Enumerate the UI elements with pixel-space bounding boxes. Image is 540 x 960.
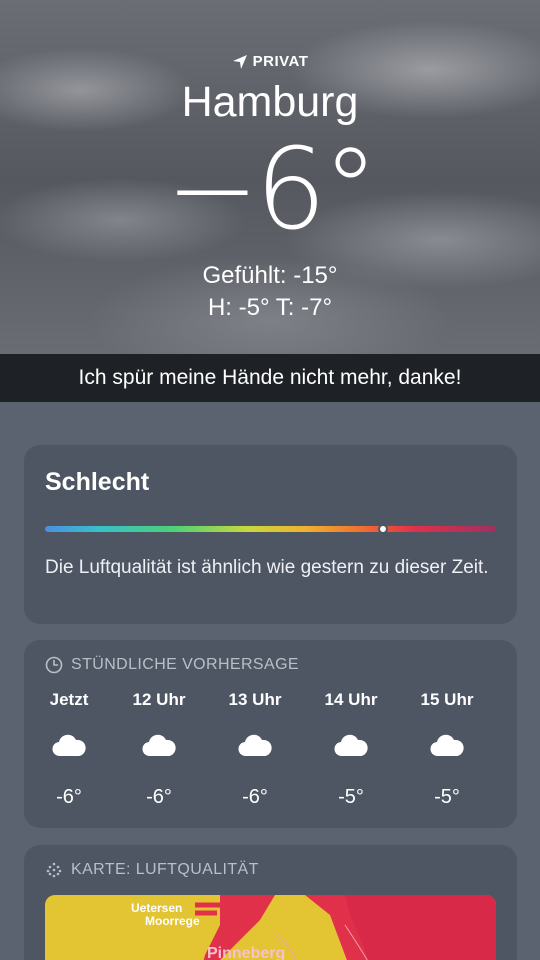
- hour-temperature: -5°: [338, 786, 364, 808]
- hour-time: Jetzt: [49, 690, 89, 709]
- air-quality-grid-icon: [46, 862, 62, 878]
- air-quality-scale: [45, 526, 496, 532]
- hourly-forecast-item: 12 Uhr -6°: [114, 690, 204, 809]
- cloud-icon: [334, 734, 368, 757]
- current-temperature: −6°: [165, 125, 378, 255]
- hour-time: 15 Uhr: [420, 690, 474, 709]
- air-quality-map[interactable]: Uetersen Moorrege Pinneberg: [45, 895, 496, 960]
- hourly-forecast-title: STÜNDLICHE VORHERSAGE: [71, 656, 299, 673]
- hourly-forecast-item: 1: [494, 690, 517, 714]
- hourly-forecast-item: 13 Uhr -6°: [210, 690, 300, 809]
- cloud-icon: [430, 734, 464, 757]
- hour-time: 12 Uhr: [132, 690, 186, 709]
- feels-like: Gefühlt: -15°: [202, 262, 338, 289]
- air-quality-description: Die Luftqualität ist ähnlich wie gestern…: [45, 557, 489, 578]
- location-arrow-icon: [232, 54, 247, 69]
- hour-temperature: -5°: [434, 786, 460, 808]
- map-place-moorrege: Moorrege: [145, 914, 200, 928]
- map-title: KARTE: LUFTQUALITÄT: [71, 861, 259, 878]
- hourly-forecast-item: Jetzt -6°: [24, 690, 114, 809]
- map-place-pinneberg: Pinneberg: [207, 945, 286, 960]
- hourly-forecast-header: STÜNDLICHE VORHERSAGE: [45, 656, 299, 674]
- hourly-forecast-list[interactable]: Jetzt -6° 12 Uhr -6° 13 Uhr -6° 14 Uhr -5° 15 Uh…: [24, 690, 517, 820]
- air-quality-card[interactable]: Schlecht Die Luftqualität ist ähnlich wi…: [24, 445, 517, 624]
- map-header: KARTE: LUFTQUALITÄT: [45, 861, 259, 879]
- hour-time: 13 Uhr: [228, 690, 282, 709]
- caption-text: Ich spür meine Hände nicht mehr, danke!: [78, 366, 462, 389]
- hour-temperature: -6°: [56, 786, 82, 808]
- location-tag-label: PRIVAT: [252, 53, 309, 70]
- hourly-forecast-item: 15 Uhr -5°: [402, 690, 492, 809]
- location-tag: PRIVAT: [0, 53, 540, 70]
- cloud-icon: [238, 734, 272, 757]
- cloud-icon: [52, 734, 86, 757]
- city-name: Hamburg: [181, 78, 359, 126]
- cloud-icon: [142, 734, 176, 757]
- hour-temperature: -6°: [146, 786, 172, 808]
- clock-icon: [45, 656, 63, 674]
- air-quality-indicator: [378, 524, 389, 534]
- map-place-uetersen: Uetersen: [131, 901, 183, 915]
- hour-time: 1: [494, 690, 517, 714]
- hour-time: 14 Uhr: [324, 690, 378, 709]
- hourly-forecast-item: 14 Uhr -5°: [306, 690, 396, 809]
- air-quality-status: Schlecht: [45, 468, 150, 496]
- video-caption: Ich spür meine Hände nicht mehr, danke!: [0, 354, 540, 402]
- hourly-forecast-card[interactable]: STÜNDLICHE VORHERSAGE Jetzt -6° 12 Uhr -6° 1…: [24, 640, 517, 828]
- hour-temperature: -6°: [242, 786, 268, 808]
- air-quality-map-card[interactable]: KARTE: LUFTQUALITÄT Uetersen Moorrege Pi…: [24, 845, 517, 960]
- high-low: H: -5° T: -7°: [207, 294, 333, 321]
